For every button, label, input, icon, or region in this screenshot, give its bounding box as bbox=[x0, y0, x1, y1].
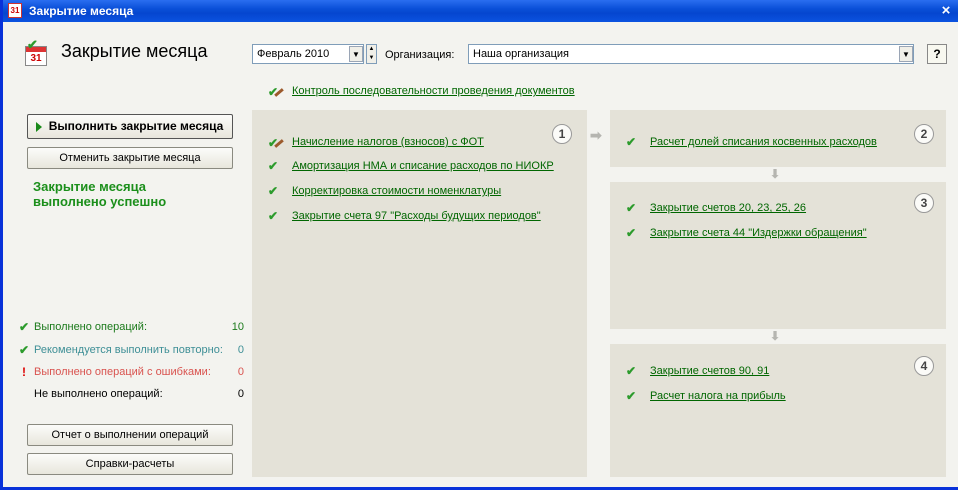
check-icon: ✔ bbox=[626, 226, 637, 240]
control-sequence-link[interactable]: Контроль последовательности проведения д… bbox=[292, 85, 575, 97]
cancel-closing-button[interactable]: Отменить закрытие месяца bbox=[27, 147, 233, 169]
task-link[interactable]: Закрытие счетов 20, 23, 25, 26 bbox=[650, 202, 806, 214]
organization-field[interactable]: Наша организация ▼ bbox=[468, 44, 914, 64]
arrow-right-icon: ➡ bbox=[590, 127, 602, 143]
period-value: Февраль 2010 bbox=[257, 48, 330, 60]
stage-2-panel: 2 ✔ Расчет долей списания косвенных расх… bbox=[610, 110, 946, 167]
check-icon: ✔ bbox=[626, 135, 637, 149]
play-icon bbox=[36, 122, 42, 132]
task-link[interactable]: Корректировка стоимости номенклатуры bbox=[292, 185, 501, 197]
stat-value: 0 bbox=[237, 388, 244, 400]
app-window: 31 Закрытие месяца × 31 ✔ Закрытие месяц… bbox=[0, 0, 958, 490]
stat-label: Выполнено операций с ошибками: bbox=[34, 366, 211, 378]
help-button[interactable]: ? bbox=[927, 44, 947, 64]
stat-value: 0 bbox=[237, 366, 244, 378]
stat-label: Не выполнено операций: bbox=[34, 388, 163, 400]
status-message: Закрытие месяца выполнено успешно bbox=[33, 179, 166, 209]
task-link[interactable]: Амортизация НМА и списание расходов по Н… bbox=[292, 160, 554, 172]
stage-number-badge: 3 bbox=[914, 193, 934, 213]
check-icon: ✔ bbox=[268, 159, 279, 173]
spin-down-icon[interactable]: ▼ bbox=[367, 54, 376, 63]
task-link[interactable]: Расчет налога на прибыль bbox=[650, 390, 786, 402]
status-line-2: выполнено успешно bbox=[33, 194, 167, 209]
check-icon: ✔ bbox=[19, 320, 30, 334]
stat-label: Выполнено операций: bbox=[34, 321, 148, 333]
stat-label: Рекомендуется выполнить повторно: bbox=[34, 344, 223, 356]
run-closing-label: Выполнить закрытие месяца bbox=[48, 119, 224, 133]
period-dropdown-icon[interactable]: ▼ bbox=[349, 46, 363, 62]
check-icon: ✔ bbox=[19, 343, 30, 357]
stage-3-panel: 3 ✔ Закрытие счетов 20, 23, 25, 26 ✔ Зак… bbox=[610, 182, 946, 329]
task-link[interactable]: Закрытие счета 44 "Издержки обращения" bbox=[650, 227, 867, 239]
task-link[interactable]: Закрытие счета 97 "Расходы будущих перио… bbox=[292, 210, 541, 222]
check-icon: ✔ bbox=[626, 201, 637, 215]
check-icon: ✔ bbox=[626, 389, 637, 403]
stage-number-badge: 4 bbox=[914, 356, 934, 376]
stage-1-panel: 1 ✔ Начисление налогов (взносов) с ФОТ ✔… bbox=[252, 110, 587, 477]
page-title: Закрытие месяца bbox=[61, 41, 208, 61]
organization-label: Организация: bbox=[385, 49, 455, 61]
stage-number-badge: 1 bbox=[552, 124, 572, 144]
spin-up-icon[interactable]: ▲ bbox=[367, 45, 376, 54]
operations-report-button[interactable]: Отчет о выполнении операций bbox=[27, 424, 233, 446]
pencil-check-icon: ✔ bbox=[268, 136, 284, 150]
check-icon: ✔ bbox=[626, 364, 637, 378]
run-closing-button[interactable]: Выполнить закрытие месяца bbox=[27, 114, 233, 139]
arrow-down-icon: ⬇ bbox=[770, 167, 781, 181]
pencil-check-icon: ✔ bbox=[268, 85, 284, 99]
stat-value: 10 bbox=[231, 321, 244, 333]
exclamation-icon: ! bbox=[22, 365, 26, 379]
period-field[interactable]: Февраль 2010 ▼ bbox=[252, 44, 364, 64]
organization-dropdown-icon[interactable]: ▼ bbox=[899, 46, 913, 62]
arrow-down-icon: ⬇ bbox=[770, 329, 781, 343]
title-bar: 31 Закрытие месяца × bbox=[3, 0, 958, 22]
task-link[interactable]: Закрытие счетов 90, 91 bbox=[650, 365, 769, 377]
window-title: Закрытие месяца bbox=[29, 4, 134, 18]
check-icon: ✔ bbox=[268, 209, 279, 223]
stat-value: 0 bbox=[237, 344, 244, 356]
calendar-app-icon: 31 bbox=[8, 3, 22, 18]
close-icon[interactable]: × bbox=[937, 2, 955, 20]
main-content: 31 ✔ Закрытие месяца Февраль 2010 ▼ ▲ ▼ … bbox=[6, 22, 958, 487]
period-stepper[interactable]: ▲ ▼ bbox=[366, 44, 377, 64]
task-link[interactable]: Расчет долей списания косвенных расходов bbox=[650, 136, 877, 148]
calendar-check-icon: 31 ✔ bbox=[25, 37, 47, 66]
check-icon: ✔ bbox=[268, 184, 279, 198]
status-line-1: Закрытие месяца bbox=[33, 179, 146, 194]
stage-4-panel: 4 ✔ Закрытие счетов 90, 91 ✔ Расчет нало… bbox=[610, 344, 946, 477]
task-link[interactable]: Начисление налогов (взносов) с ФОТ bbox=[292, 136, 484, 148]
calculations-button[interactable]: Справки-расчеты bbox=[27, 453, 233, 475]
stage-number-badge: 2 bbox=[914, 124, 934, 144]
organization-value: Наша организация bbox=[473, 48, 569, 60]
